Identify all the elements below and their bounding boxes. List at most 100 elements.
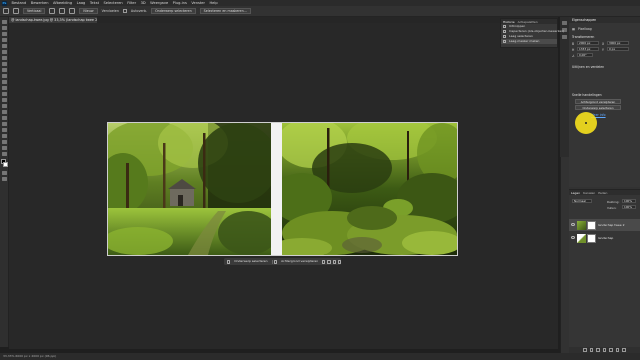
color-panel-icon[interactable]: [562, 35, 567, 39]
align-section-title[interactable]: Uitlijnen en verdelen: [572, 65, 604, 69]
visibility-eye-icon[interactable]: [571, 223, 575, 226]
pin-icon[interactable]: [337, 259, 341, 264]
add-selection-icon[interactable]: [59, 8, 66, 14]
layer-style-icon[interactable]: [589, 348, 594, 352]
quick-actions-section-title[interactable]: Snelle handelingen: [572, 93, 602, 97]
layer-row[interactable]: landschap twee 2: [569, 219, 640, 231]
menu-edit[interactable]: Bewerken: [31, 1, 49, 5]
visibility-eye-icon[interactable]: [571, 236, 575, 239]
new-selection-icon[interactable]: [49, 8, 56, 14]
x-field[interactable]: 3000 px: [607, 41, 629, 45]
tab-channels[interactable]: Kanalen: [583, 191, 595, 195]
fill-field[interactable]: 100%: [622, 205, 636, 209]
move-tool-icon[interactable]: [2, 20, 7, 24]
blend-mode-select[interactable]: Normaal: [572, 199, 592, 203]
object-selection-tool-icon[interactable]: [2, 44, 7, 48]
rectangle-tool-icon[interactable]: [2, 134, 7, 138]
tab-layers[interactable]: Lagen: [571, 191, 580, 195]
layer-name: landschap twee 2: [598, 223, 625, 227]
new-group-icon[interactable]: [609, 348, 613, 352]
layer-thumbnail: [577, 233, 586, 243]
menu-view[interactable]: Weergave: [150, 1, 168, 5]
menu-3d[interactable]: 3D: [141, 1, 146, 5]
remove-background-button[interactable]: Achtergrond verwijderen: [575, 99, 621, 104]
menu-image[interactable]: Afbeelding: [53, 1, 72, 5]
more-tools-icon[interactable]: [2, 152, 7, 156]
layer-thumbnail: [577, 220, 586, 230]
taskbar-select-subject-button[interactable]: Onderwerp selecteren: [232, 259, 269, 264]
menu-help[interactable]: Help: [209, 1, 217, 5]
link-layers-icon[interactable]: [583, 348, 587, 352]
delete-layer-icon[interactable]: [622, 348, 626, 352]
menu-filter[interactable]: Filter: [127, 1, 136, 5]
crop-tool-icon[interactable]: [2, 50, 7, 54]
menu-window[interactable]: Venster: [191, 1, 205, 5]
history-item-label: Laag-masker maken: [509, 39, 540, 43]
photoshop-logo-icon[interactable]: Ps: [2, 0, 7, 6]
background-color-swatch[interactable]: [3, 162, 8, 167]
transform-bounding-box[interactable]: [107, 122, 458, 256]
auto-enhance-checkbox[interactable]: [122, 9, 127, 13]
gradient-tool-icon[interactable]: [2, 98, 7, 102]
dodge-tool-icon[interactable]: [2, 110, 7, 114]
menu-file[interactable]: Bestand: [12, 1, 27, 5]
tab-history[interactable]: Historie: [503, 20, 515, 24]
select-subject-quick-button[interactable]: Onderwerp selecteren: [575, 105, 621, 110]
tab-paths[interactable]: Paden: [598, 191, 607, 195]
select-and-mask-button[interactable]: Selecteren en maskeren...: [199, 8, 251, 14]
tab-properties[interactable]: Eigenschappen: [572, 18, 596, 22]
healing-brush-tool-icon[interactable]: [2, 68, 7, 72]
opacity-field[interactable]: 100%: [622, 199, 636, 203]
subtract-selection-icon[interactable]: [69, 8, 76, 14]
eyedropper-tool-icon[interactable]: [2, 62, 7, 66]
menu-layer[interactable]: Laag: [77, 1, 86, 5]
artboard-tool-icon[interactable]: [2, 26, 7, 30]
tab-actions[interactable]: Actiepaletten: [518, 20, 538, 24]
adjustment-layer-icon[interactable]: [602, 348, 607, 352]
home-icon[interactable]: [3, 8, 9, 14]
layers-panel-tabs: Lagen Kanalen Paden: [569, 190, 640, 195]
clone-stamp-tool-icon[interactable]: [2, 80, 7, 84]
blur-tool-icon[interactable]: [2, 104, 7, 108]
frame-tool-icon[interactable]: [2, 56, 7, 60]
history-brush-tool-icon[interactable]: [2, 86, 7, 90]
quick-mask-icon[interactable]: [2, 171, 7, 175]
history-panel-icon[interactable]: [562, 21, 567, 25]
height-field[interactable]: 1333 px: [577, 47, 599, 51]
tool-preset-icon[interactable]: [13, 8, 19, 14]
select-subject-button[interactable]: Onderwerp selecteren: [151, 8, 196, 14]
angle-field[interactable]: 0,00°: [577, 53, 593, 57]
type-tool-icon[interactable]: [2, 122, 7, 126]
menu-select[interactable]: Selecteren: [104, 1, 123, 5]
pen-tool-icon[interactable]: [2, 116, 7, 120]
selection-mode-select[interactable]: Nieuw: [79, 8, 98, 14]
history-item-label: Inspecteren (Als-objecten-bewerken): [509, 29, 565, 33]
zoom-tool-icon[interactable]: [2, 146, 7, 150]
brush-tool-icon[interactable]: [2, 74, 7, 78]
menu-plugins[interactable]: Plug-ins: [173, 1, 187, 5]
mode-select[interactable]: Verticaal: [23, 8, 46, 14]
history-item-selected[interactable]: Laag-masker maken: [501, 39, 557, 44]
layer-mask-thumbnail[interactable]: [587, 220, 596, 230]
path-selection-tool-icon[interactable]: [2, 128, 7, 132]
taskbar-remove-background-button[interactable]: Achtergrond verwijderen: [279, 259, 320, 264]
layer-mask-thumbnail[interactable]: [587, 233, 596, 243]
toolbar: [0, 17, 9, 347]
new-layer-icon[interactable]: [615, 348, 620, 352]
history-item-label: Laag selecteren: [509, 34, 533, 38]
width-field[interactable]: 2000 px: [577, 41, 599, 45]
add-mask-icon[interactable]: [596, 348, 600, 352]
marquee-tool-icon[interactable]: [2, 32, 7, 36]
history-step-icon: [503, 40, 506, 43]
transform-icon[interactable]: [322, 259, 326, 264]
screen-mode-icon[interactable]: [2, 177, 7, 181]
mask-icon[interactable]: [327, 259, 331, 264]
more-options-icon[interactable]: [332, 259, 336, 264]
layer-row[interactable]: landschap: [569, 232, 640, 244]
eraser-tool-icon[interactable]: [2, 92, 7, 96]
hand-tool-icon[interactable]: [2, 140, 7, 144]
lasso-tool-icon[interactable]: [2, 38, 7, 42]
y-field[interactable]: 0 px: [607, 47, 629, 51]
menu-type[interactable]: Tekst: [90, 1, 99, 5]
transform-section-title[interactable]: Transformeren: [572, 35, 594, 39]
